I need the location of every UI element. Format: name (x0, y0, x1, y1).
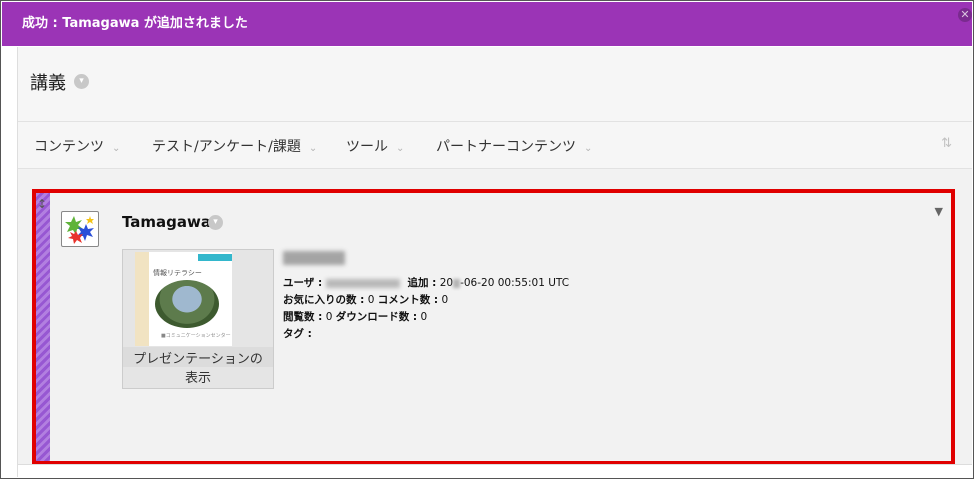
slide-footer: ■コミュニケーションセンター (161, 333, 231, 339)
tags-label: タグ : (283, 328, 312, 340)
added-date: -06-20 00:55:01 UTC (460, 277, 570, 289)
sort-arrows-icon[interactable]: ⇅ (941, 136, 952, 151)
chevron-down-icon: ⌄ (396, 143, 405, 154)
menu-partner-label: パートナーコンテンツ (436, 139, 576, 155)
chevron-down-icon: ⌄ (112, 143, 121, 154)
drag-handle-icon[interactable]: ↕ (37, 197, 47, 211)
course-menu: コンテンツ ⌄ テスト/アンケート/課題 ⌄ ツール ⌄ パートナーコンテンツ ⌄ ⇅ (18, 122, 972, 169)
page-title: 講義 (30, 73, 66, 94)
added-label: 追加 : (407, 277, 437, 289)
slide-preview: 情報リテラシー ■コミュニケーションセンター (135, 252, 232, 346)
menu-content[interactable]: コンテンツ ⌄ (34, 136, 120, 156)
added-prefix: 20 (439, 277, 454, 289)
page-header: 講義 ▾ (18, 47, 972, 122)
menu-tools[interactable]: ツール ⌄ (346, 136, 404, 156)
page-area: 講義 ▾ コンテンツ ⌄ テスト/アンケート/課題 ⌄ ツール ⌄ パートナーコンテン… (17, 47, 972, 478)
redacted-user (326, 278, 401, 288)
item-type-icon (61, 211, 99, 247)
item-metadata: ユーザ : 追加 : 20 -06-20 00:55:01 UTC お気に入りの数… (283, 251, 569, 343)
chevron-down-icon: ⌄ (308, 143, 318, 154)
redacted-title (283, 251, 345, 265)
title-options-icon[interactable]: ▾ (74, 74, 89, 89)
redacted-year (453, 278, 461, 288)
success-banner: 成功 : Tamagawa が追加されました ✕ (2, 2, 972, 46)
view-presentation-line2: 表示 (184, 371, 211, 386)
item-body: Tamagawa ▾ ▼ 情報リテラシー ■コミュニケーションセンター プレゼン… (50, 193, 951, 461)
item-stripe: ↕ (36, 193, 50, 461)
presentation-thumbnail[interactable]: 情報リテラシー ■コミュニケーションセンター プレゼンテーションの 表示 (122, 249, 274, 389)
menu-assessments-label: テスト/アンケート/課題 (152, 139, 301, 155)
slide-title: 情報リテラシー (153, 269, 202, 277)
view-presentation-line1: プレゼンテーションの (133, 352, 263, 367)
chevron-down-icon: ⌄ (584, 143, 593, 154)
menu-partner-content[interactable]: パートナーコンテンツ ⌄ (436, 136, 592, 156)
comments-value: 0 (441, 294, 449, 306)
triangle-down-icon[interactable]: ▼ (935, 205, 943, 218)
banner-message: 成功 : Tamagawa が追加されました (22, 16, 248, 31)
next-item-edge (18, 464, 972, 478)
content-item: ↕ Tamagawa ▾ ▼ 情報リテラシー ■コミュニケーションセンター プレ… (32, 189, 955, 465)
slide-photo (155, 280, 219, 328)
views-value: 0 (325, 311, 333, 323)
view-presentation-link[interactable]: プレゼンテーションの 表示 (123, 350, 273, 388)
window-frame: 成功 : Tamagawa が追加されました ✕ 講義 ▾ コンテンツ ⌄ テスト… (0, 0, 974, 479)
item-title[interactable]: Tamagawa (122, 213, 211, 231)
comments-label: コメント数 : (377, 294, 439, 306)
menu-content-label: コンテンツ (34, 139, 104, 155)
favorites-value: 0 (367, 294, 375, 306)
user-label: ユーザ : (283, 277, 323, 289)
downloads-label: ダウンロード数 : (335, 311, 418, 323)
favorites-label: お気に入りの数 : (283, 294, 365, 306)
item-options-icon[interactable]: ▾ (208, 215, 223, 230)
views-label: 閲覧数 : (283, 311, 323, 323)
close-icon[interactable]: ✕ (958, 8, 972, 22)
downloads-value: 0 (420, 311, 428, 323)
menu-assessments[interactable]: テスト/アンケート/課題 ⌄ (152, 136, 317, 156)
menu-tools-label: ツール (346, 139, 388, 155)
content-area: ↕ Tamagawa ▾ ▼ 情報リテラシー ■コミュニケーションセンター プレ… (18, 169, 972, 478)
